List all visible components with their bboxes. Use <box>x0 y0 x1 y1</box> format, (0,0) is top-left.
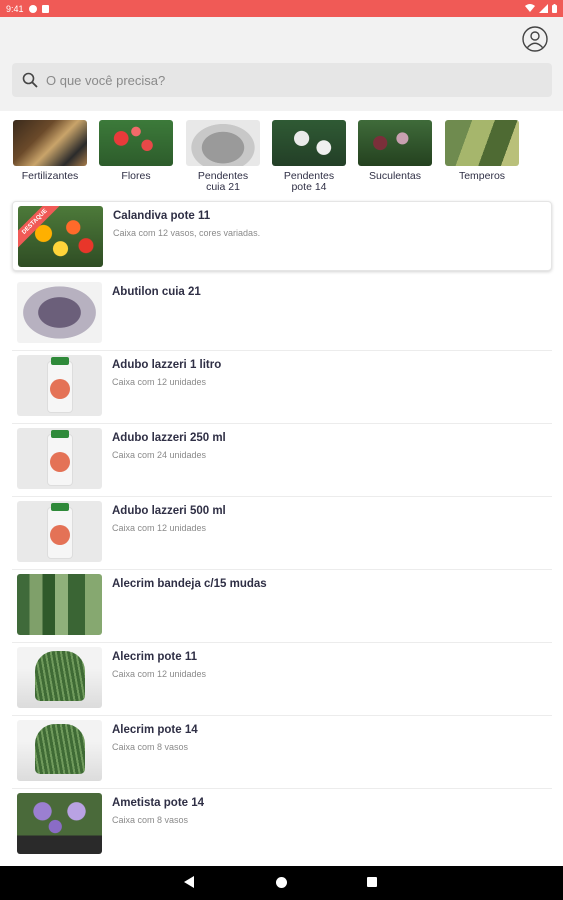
signal-icon <box>539 4 548 13</box>
product-image <box>17 574 102 635</box>
product-description: Caixa com 8 vasos <box>112 815 189 825</box>
product-item[interactable]: Adubo lazzeri 500 ml Caixa com 12 unidad… <box>12 497 552 570</box>
search-icon <box>22 72 38 88</box>
notification-icon <box>41 4 49 13</box>
search-input[interactable] <box>46 72 526 88</box>
category-fertilizantes[interactable]: Fertilizantes <box>10 120 90 182</box>
category-image <box>358 120 432 166</box>
product-name: Alecrim bandeja c/15 mudas <box>112 578 267 590</box>
system-nav-bar <box>0 866 563 900</box>
category-image <box>13 120 87 166</box>
category-flores[interactable]: Flores <box>96 120 176 182</box>
header <box>0 17 563 111</box>
product-image <box>17 428 102 489</box>
product-description: Caixa com 12 unidades <box>112 523 207 533</box>
notification-icon <box>28 4 37 13</box>
user-circle-icon <box>522 26 548 52</box>
status-time: 9:41 <box>6 3 24 14</box>
featured-badge: DESTAQUE <box>18 206 62 249</box>
product-name: Alecrim pote 11 <box>112 651 198 663</box>
product-item[interactable]: Adubo lazzeri 1 litro Caixa com 12 unida… <box>12 351 552 424</box>
category-label: Flores <box>121 170 151 182</box>
category-pendentes-cuia-21[interactable]: Pendentes cuia 21 <box>183 120 263 193</box>
product-description: Caixa com 12 vasos, cores variadas. <box>113 228 261 238</box>
category-image <box>186 120 260 166</box>
product-name: Alecrim pote 14 <box>112 724 198 736</box>
product-name: Adubo lazzeri 1 litro <box>112 359 222 371</box>
category-label: Suculentas <box>369 170 421 182</box>
product-item[interactable]: DESTAQUE Calandiva pote 11 Caixa com 12 … <box>12 201 552 271</box>
product-item[interactable]: Abutilon cuia 21 <box>12 278 552 351</box>
product-item[interactable]: Ametista pote 14 Caixa com 8 vasos <box>12 789 552 862</box>
category-pendentes-pote-14[interactable]: Pendentes pote 14 <box>269 120 349 193</box>
home-icon[interactable] <box>276 877 287 888</box>
status-bar: 9:41 <box>0 0 563 17</box>
category-label: Temperos <box>458 170 506 182</box>
product-name: Ametista pote 14 <box>112 797 205 809</box>
wifi-icon <box>525 4 535 12</box>
category-image <box>272 120 346 166</box>
product-item[interactable]: Alecrim pote 11 Caixa com 12 unidades <box>12 643 552 716</box>
product-image <box>17 282 102 343</box>
product-name: Abutilon cuia 21 <box>112 286 201 298</box>
category-label: Fertilizantes <box>21 170 79 182</box>
product-description: Caixa com 12 unidades <box>112 669 207 679</box>
product-item[interactable]: Alecrim bandeja c/15 mudas <box>12 570 552 643</box>
product-description: Caixa com 12 unidades <box>112 377 207 387</box>
product-image <box>17 793 102 854</box>
product-image <box>17 355 102 416</box>
product-name: Adubo lazzeri 250 ml <box>112 432 226 444</box>
back-icon[interactable] <box>184 876 194 888</box>
product-image <box>17 647 102 708</box>
product-image: DESTAQUE <box>18 206 103 267</box>
product-description: Caixa com 24 unidades <box>112 450 207 460</box>
product-name: Calandiva pote 11 <box>113 210 211 222</box>
battery-icon <box>552 4 557 13</box>
product-image <box>17 720 102 781</box>
product-item[interactable]: Alecrim pote 14 Caixa com 8 vasos <box>12 716 552 789</box>
category-label: Pendentes pote 14 <box>283 170 335 193</box>
product-item[interactable]: Adubo lazzeri 250 ml Caixa com 24 unidad… <box>12 424 552 497</box>
category-label: Pendentes cuia 21 <box>197 170 249 193</box>
recent-apps-icon[interactable] <box>367 877 377 887</box>
product-name: Adubo lazzeri 500 ml <box>112 505 226 517</box>
product-description: Caixa com 8 vasos <box>112 742 189 752</box>
product-image <box>17 501 102 562</box>
category-image <box>445 120 519 166</box>
category-temperos[interactable]: Temperos <box>442 120 522 182</box>
category-carousel: Fertilizantes Flores Pendentes cuia 21 P… <box>0 120 563 198</box>
category-suculentas[interactable]: Suculentas <box>355 120 435 182</box>
category-image <box>99 120 173 166</box>
profile-button[interactable] <box>522 26 548 52</box>
search-bar[interactable] <box>12 63 552 97</box>
